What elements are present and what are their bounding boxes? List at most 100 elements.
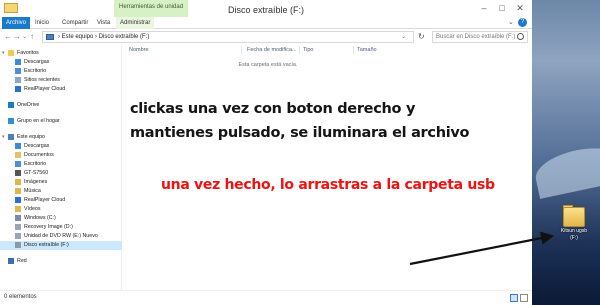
nav-group-este-equipo[interactable]: ▾ Este equipo (0, 133, 122, 142)
nav-group-onedrive[interactable]: OneDrive (0, 101, 122, 110)
column-divider[interactable] (299, 46, 300, 54)
nav-group-label: Este equipo (17, 134, 45, 140)
sidebar-item-label: Escritorio (24, 161, 47, 167)
sidebar-item-label: GT-S7560 (24, 170, 49, 176)
sidebar-item[interactable]: Escritorio (0, 67, 122, 76)
item-count: 0 elementos (4, 294, 37, 300)
sidebar-item-label: Descargas (24, 59, 50, 65)
tab-compartir[interactable]: Compartir (58, 17, 92, 29)
tab-vista[interactable]: Vista (93, 17, 114, 29)
videos-folder-icon (15, 206, 21, 212)
drive-c-icon (15, 215, 21, 221)
file-list[interactable]: Nombre Fecha de modifica... Tipo Tamaño … (123, 45, 532, 290)
sidebar-item-label: Música (24, 188, 41, 194)
sidebar-item[interactable]: Vídeos (0, 205, 122, 214)
chevron-down-icon[interactable]: ⌄ (508, 18, 514, 26)
sidebar-item-label: Escritorio (24, 68, 47, 74)
large-icons-view-icon[interactable] (520, 294, 528, 302)
search-icon[interactable] (517, 33, 524, 40)
realplayer-icon (15, 86, 21, 92)
title-bar: Herramientas de unidad Disco extraíble (… (0, 0, 532, 17)
tab-archivo[interactable]: Archivo (2, 17, 31, 29)
sidebar-item-label: Vídeos (24, 206, 41, 212)
expand-chevron-icon[interactable]: ▾ (2, 134, 5, 140)
download-folder-icon (15, 143, 21, 149)
pc-icon (46, 34, 54, 40)
sidebar-item[interactable]: Recovery Image (D:) (0, 223, 122, 232)
desktop-folder-icon (15, 161, 21, 167)
window-title: Disco extraíble (F:) (227, 5, 305, 15)
star-icon (8, 50, 14, 56)
sidebar-item[interactable]: Escritorio (0, 160, 122, 169)
expand-chevron-icon[interactable]: ▾ (2, 50, 5, 56)
sidebar-item-label: Windows (C:) (24, 215, 56, 221)
instruction-text-1: clickas una vez con boton derecho y mant… (130, 97, 530, 145)
maximize-button[interactable]: □ (496, 2, 508, 14)
up-arrow-icon[interactable]: ↑ (30, 32, 34, 41)
sidebar-item[interactable]: Música (0, 187, 122, 196)
navigation-pane: ▾ Favoritos Descargas Escritorio Sitios reci… (0, 45, 122, 290)
column-header-name[interactable]: Nombre (129, 45, 149, 55)
column-header-type[interactable]: Tipo (303, 45, 314, 55)
back-arrow-icon[interactable]: ← (4, 32, 12, 41)
dvd-drive-icon (15, 233, 21, 239)
details-view-icon[interactable] (510, 294, 518, 302)
sidebar-item-label: Disco extraíble (F:) (24, 242, 69, 248)
recent-locations-chevron-icon[interactable]: ⌄ (22, 33, 27, 40)
chevron-down-icon[interactable]: ⌄ (401, 33, 406, 40)
sidebar-item[interactable]: RealPlayer Cloud (0, 85, 122, 94)
file-explorer-window: Herramientas de unidad Disco extraíble (… (0, 0, 532, 305)
network-icon (8, 258, 14, 264)
nav-group-favoritos[interactable]: ▾ Favoritos (0, 49, 122, 58)
pictures-folder-icon (15, 179, 21, 185)
sidebar-item[interactable]: Disco extraíble (F:) (0, 241, 122, 250)
nav-group-label: OneDrive (17, 102, 40, 108)
drive-icon (15, 224, 21, 230)
instruction-line-1: clickas una vez con boton derecho y (130, 101, 416, 117)
nav-group-label: Favoritos (17, 50, 39, 56)
tab-administrar[interactable]: Administrar (116, 17, 155, 29)
column-divider[interactable] (353, 46, 354, 54)
empty-folder-message: Esta carpeta está vacía. (238, 62, 298, 68)
nav-group-grupo-en-el-hogar[interactable]: Grupo en el hogar (0, 117, 122, 126)
sidebar-item[interactable]: Descargas (0, 142, 122, 151)
refresh-icon[interactable]: ↻ (418, 32, 425, 41)
recent-places-icon (15, 77, 21, 83)
sidebar-item-label: Descargas (24, 143, 50, 149)
column-header-date[interactable]: Fecha de modifica... (247, 45, 297, 55)
minimize-button[interactable]: – (478, 2, 490, 14)
desktop-usb-folder[interactable]: Kitsun ugsb (F:) (558, 205, 590, 245)
pc-icon (8, 134, 14, 140)
sidebar-item[interactable]: Sitios recientes (0, 76, 122, 85)
homegroup-icon (8, 118, 14, 124)
sidebar-item[interactable]: Descargas (0, 58, 122, 67)
sidebar-item[interactable]: Unidad de DVD RW (E:) Nuevo (0, 232, 122, 241)
desktop-wallpaper-sea (528, 250, 600, 305)
status-bar: 0 elementos (0, 290, 532, 305)
sidebar-item[interactable]: Imágenes (0, 178, 122, 187)
forward-arrow-icon[interactable]: → (13, 32, 21, 41)
column-divider[interactable] (241, 46, 242, 54)
nav-group-label: Red (17, 258, 27, 264)
usb-drive-icon (15, 242, 21, 248)
sidebar-item[interactable]: RealPlayer Cloud (0, 196, 122, 205)
sidebar-item[interactable]: GT-S7560 (0, 169, 122, 178)
column-header-size[interactable]: Tamaño (357, 45, 377, 55)
nav-group-red[interactable]: Red (0, 257, 122, 266)
sidebar-item-label: Imágenes (24, 179, 48, 185)
breadcrumb[interactable]: › Este equipo › Disco extraíble (F:) (58, 34, 149, 40)
instruction-text-2: una vez hecho, lo arrastras a la carpeta… (161, 177, 495, 193)
folder-icon (563, 207, 585, 227)
tab-inicio[interactable]: Inicio (31, 17, 53, 29)
search-input[interactable]: Buscar en Disco extraíble (F:) (432, 31, 528, 43)
sidebar-item[interactable]: Windows (C:) (0, 214, 122, 223)
realplayer-icon (15, 197, 21, 203)
sidebar-item-label: RealPlayer Cloud (24, 86, 66, 92)
search-placeholder: Buscar en Disco extraíble (F:) (436, 34, 516, 40)
close-button[interactable]: ✕ (514, 2, 526, 14)
address-row: ← → ⌄ ↑ › Este equipo › Disco extraíble … (0, 29, 532, 45)
sidebar-item[interactable]: Documentos (0, 151, 122, 160)
instruction-line-2: mantienes pulsado, se iluminara el archi… (130, 125, 470, 141)
help-icon[interactable]: ? (518, 18, 527, 27)
address-bar[interactable]: › Este equipo › Disco extraíble (F:) ⌄ (42, 31, 414, 43)
